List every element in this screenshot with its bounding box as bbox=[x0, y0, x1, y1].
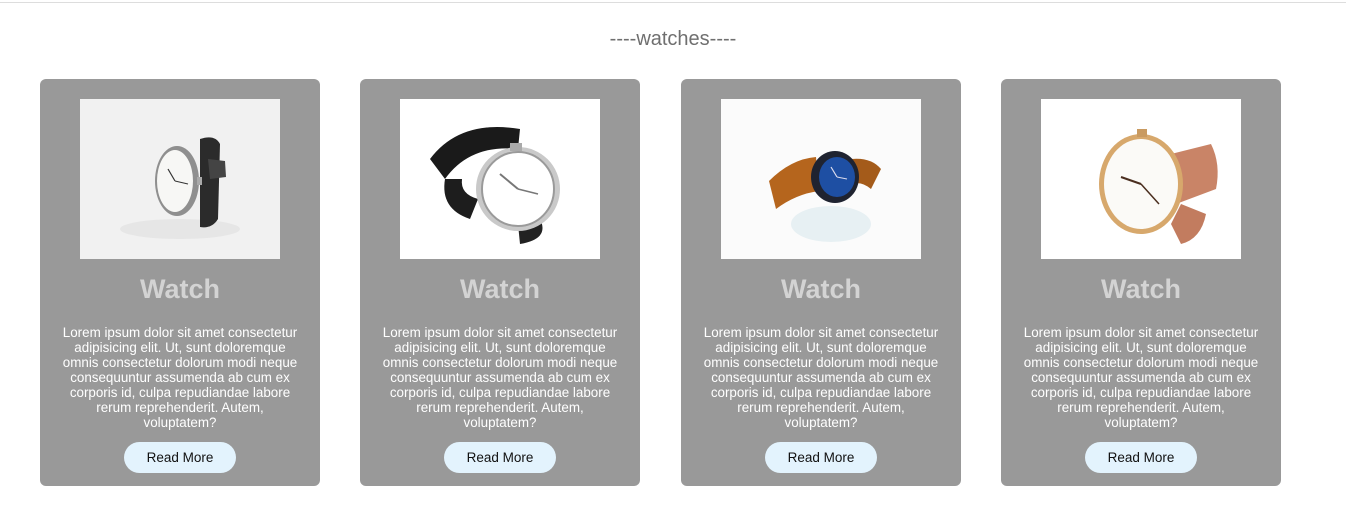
card-description: Lorem ipsum dolor sit amet consectetur a… bbox=[1023, 325, 1259, 430]
card-description: Lorem ipsum dolor sit amet consectetur a… bbox=[703, 325, 939, 430]
read-more-button[interactable]: Read More bbox=[765, 442, 877, 473]
card-title: Watch bbox=[1101, 274, 1181, 304]
read-more-button[interactable]: Read More bbox=[444, 442, 556, 473]
product-card: Watch Lorem ipsum dolor sit amet consect… bbox=[360, 79, 640, 486]
top-divider bbox=[0, 2, 1346, 3]
read-more-button[interactable]: Read More bbox=[124, 442, 236, 473]
product-card: Watch Lorem ipsum dolor sit amet consect… bbox=[40, 79, 320, 486]
section-title: ----watches---- bbox=[609, 28, 737, 50]
card-title: Watch bbox=[140, 274, 220, 304]
product-image bbox=[80, 99, 280, 259]
card-description: Lorem ipsum dolor sit amet consectetur a… bbox=[62, 325, 298, 430]
card-title: Watch bbox=[781, 274, 861, 304]
read-more-button[interactable]: Read More bbox=[1085, 442, 1197, 473]
product-image bbox=[1041, 99, 1241, 259]
product-image bbox=[400, 99, 600, 259]
card-description: Lorem ipsum dolor sit amet consectetur a… bbox=[382, 325, 618, 430]
product-card: Watch Lorem ipsum dolor sit amet consect… bbox=[1001, 79, 1281, 486]
product-card: Watch Lorem ipsum dolor sit amet consect… bbox=[681, 79, 961, 486]
card-title: Watch bbox=[460, 274, 540, 304]
product-image bbox=[721, 99, 921, 259]
